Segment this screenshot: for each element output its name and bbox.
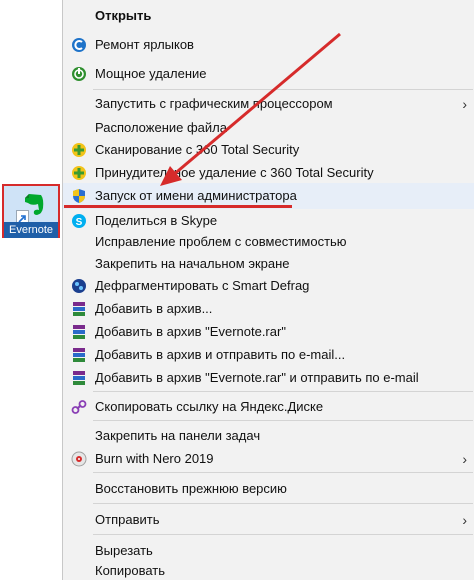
menu-item-burn-nero[interactable]: Burn with Nero 2019 › <box>63 446 474 472</box>
context-menu: Открыть Ремонт ярлыков Мощное удаление З… <box>62 0 474 580</box>
menu-separator <box>93 503 473 504</box>
repair-icon <box>72 38 86 52</box>
menu-separator <box>93 420 473 421</box>
menu-item-label: Открыть <box>95 8 152 23</box>
menu-item-open[interactable]: Открыть <box>63 3 474 29</box>
360-shield-icon <box>72 166 86 180</box>
menu-item-run-with-gpu[interactable]: Запустить с графическим процессором › <box>63 91 474 117</box>
submenu-arrow-icon: › <box>462 512 467 528</box>
menu-separator <box>93 89 473 90</box>
evernote-desktop-shortcut[interactable]: Evernote <box>2 184 60 238</box>
menu-item-label: Восстановить прежнюю версию <box>95 481 287 496</box>
svg-text:S: S <box>76 217 83 228</box>
annotation-underline <box>64 205 292 208</box>
menu-item-send-to[interactable]: Отправить › <box>63 507 474 533</box>
menu-item-repair-shortcuts[interactable]: Ремонт ярлыков <box>63 32 474 58</box>
winrar-icon <box>73 348 85 362</box>
menu-item-power-uninstall[interactable]: Мощное удаление <box>63 61 474 87</box>
winrar-icon <box>73 325 85 339</box>
desktop-icon-label: Evernote <box>4 222 58 238</box>
defrag-icon <box>72 279 86 293</box>
menu-item-restore-previous[interactable]: Восстановить прежнюю версию <box>63 476 474 502</box>
skype-icon: S <box>72 214 86 228</box>
menu-item-label: Мощное удаление <box>95 66 207 81</box>
menu-separator <box>93 534 473 535</box>
menu-item-label: Скопировать ссылку на Яндекс.Диске <box>95 399 324 414</box>
nero-icon <box>71 451 87 467</box>
menu-item-label: Отправить <box>95 512 160 527</box>
winrar-icon <box>73 371 85 385</box>
yandex-link-icon <box>71 400 87 414</box>
menu-separator <box>93 391 473 392</box>
winrar-icon <box>73 302 85 316</box>
360-shield-icon <box>72 143 86 157</box>
desktop-area: Evernote <box>0 0 62 580</box>
menu-item-label: Запустить с графическим процессором <box>95 96 333 111</box>
menu-item-label: Burn with Nero 2019 <box>95 451 214 466</box>
menu-item-copy[interactable]: Копировать <box>63 558 474 584</box>
menu-item-label: Копировать <box>95 563 165 578</box>
submenu-arrow-icon: › <box>462 96 467 112</box>
submenu-arrow-icon: › <box>462 451 467 467</box>
menu-separator <box>93 472 473 473</box>
menu-item-label: Ремонт ярлыков <box>95 37 194 52</box>
menu-item-archive-rar-email[interactable]: Добавить в архив "Evernote.rar" и отправ… <box>63 365 474 391</box>
menu-item-yandex-disk-link[interactable]: Скопировать ссылку на Яндекс.Диске <box>63 394 474 420</box>
uninstall-icon <box>72 67 86 81</box>
uac-shield-icon <box>73 189 85 203</box>
menu-item-label: Добавить в архив "Evernote.rar" и отправ… <box>95 370 419 385</box>
